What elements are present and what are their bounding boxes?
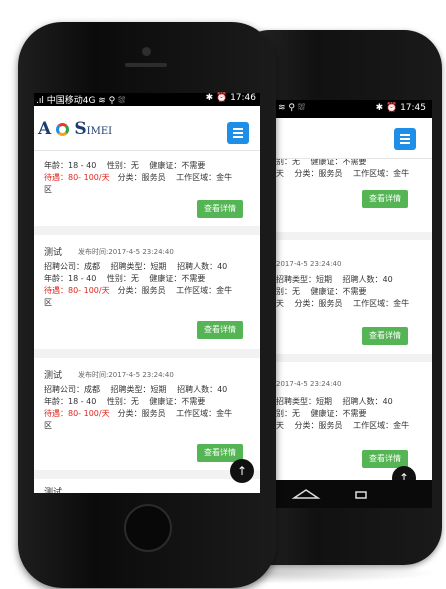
salary-text: 待遇：80- 100/天 bbox=[44, 409, 110, 418]
card-title: 测试 bbox=[44, 371, 63, 381]
list-item: 年龄：18 - 40 性别：无 健康证：不需要 待遇：80- 100/天 分类：… bbox=[34, 150, 260, 226]
card-time: 发布时间:2017-4-5 23:24:40 bbox=[78, 371, 174, 379]
home-button[interactable] bbox=[124, 504, 172, 552]
card-line: 别：无 健康证：不需要 bbox=[276, 287, 367, 296]
status-clock: ✱ ⏰ 17:46 bbox=[205, 93, 256, 103]
card-line: 天 分类：服务员 工作区域：金牛 bbox=[276, 421, 410, 430]
salary-text: 待遇：80- 100/天 bbox=[44, 173, 110, 182]
card-line: 招聘公司：成都 招聘类型：短期 招聘人数：40 bbox=[44, 385, 228, 394]
card-line: 区 bbox=[44, 185, 52, 194]
scroll-top-button[interactable]: ↑ bbox=[230, 459, 254, 483]
card-line: 年龄：18 - 40 性别：无 健康证：不需要 bbox=[44, 397, 206, 406]
status-icons: .ıl 中国移动4G ≋ ⚲ ⛆ bbox=[36, 96, 126, 106]
card-line: 区 bbox=[44, 298, 52, 307]
list-item: 测试 发布时间:2017-4-5 23:24:40 招聘公司：成都 招聘类型：短… bbox=[34, 358, 260, 470]
salary-text: 待遇：80- 100/天 bbox=[44, 286, 110, 295]
front-navbar: A SIMEI bbox=[34, 106, 260, 151]
card-line: 招聘类型：短期 招聘人数：40 bbox=[276, 275, 393, 284]
view-details-button[interactable]: 查看详情 bbox=[197, 321, 243, 339]
camera-icon bbox=[142, 47, 151, 56]
card-line: 天 分类：服务员 工作区域：金牛 bbox=[276, 169, 410, 178]
card-line: 招聘类型：短期 招聘人数：40 bbox=[276, 397, 393, 406]
front-phone-screen: 年龄：18 - 40 性别：无 健康证：不需要 待遇：80- 100/天 分类：… bbox=[34, 93, 260, 493]
logo-ring-icon bbox=[56, 123, 70, 136]
brand-logo[interactable]: A SIMEI bbox=[38, 119, 112, 139]
card-line: 天 分类：服务员 工作区域：金牛 bbox=[276, 299, 410, 308]
card-time: 2017-4-5 23:24:40 bbox=[276, 380, 342, 388]
view-details-button[interactable]: 查看详情 bbox=[197, 200, 243, 218]
card-line: 分类：服务员 工作区域：金牛 bbox=[109, 173, 233, 182]
card-time: 2017-4-5 23:24:40 bbox=[276, 260, 342, 268]
menu-toggle-button[interactable] bbox=[394, 128, 416, 150]
card-title: 测试 bbox=[44, 488, 63, 493]
status-icons: ≋ ⚲ ⛆ bbox=[278, 103, 306, 113]
view-details-button[interactable]: 查看详情 bbox=[362, 190, 408, 208]
card-line: 招聘公司：成都 招聘类型：短期 招聘人数：40 bbox=[44, 262, 228, 271]
card-line: 别：无 健康证：不需要 bbox=[276, 409, 367, 418]
list-item: 测试 发布时间:2017-4-5 23:24:40 招聘公司：成都 招聘类型：短… bbox=[34, 235, 260, 349]
speaker-grille bbox=[125, 63, 167, 67]
card-line: 分类：服务员 工作区域：金牛 bbox=[109, 409, 233, 418]
card-title: 测试 bbox=[44, 248, 63, 258]
status-clock: ✱ ⏰ 17:45 bbox=[375, 103, 426, 113]
card-line: 年龄：18 - 40 性别：无 健康证：不需要 bbox=[44, 274, 206, 283]
front-status-bar: .ıl 中国移动4G ≋ ⚲ ⛆ ✱ ⏰ 17:46 bbox=[34, 93, 260, 106]
view-details-button[interactable]: 查看详情 bbox=[362, 327, 408, 345]
card-line: 分类：服务员 工作区域：金牛 bbox=[109, 286, 233, 295]
card-time: 发布时间:2017-4-5 23:24:40 bbox=[78, 248, 174, 256]
list-item: 测试 bbox=[34, 479, 260, 493]
menu-toggle-button[interactable] bbox=[227, 122, 249, 144]
card-line: 区 bbox=[44, 421, 52, 430]
card-line: 年龄：18 - 40 性别：无 健康证：不需要 bbox=[44, 161, 206, 170]
